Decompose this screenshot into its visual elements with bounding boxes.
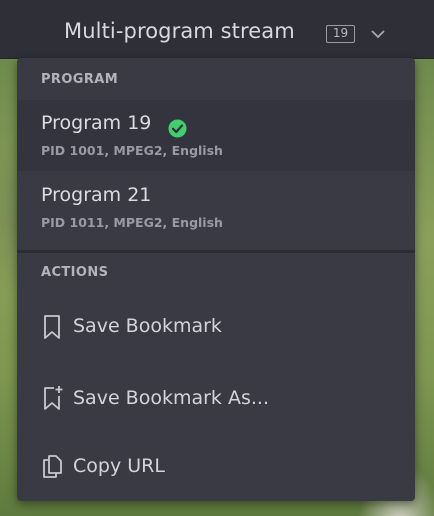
bookmark-add-icon xyxy=(44,386,63,410)
program-item-19[interactable]: Program 19 PID 1001, MPEG2, English xyxy=(17,100,415,171)
chevron-down-icon[interactable] xyxy=(370,28,386,40)
bookmark-icon xyxy=(44,315,60,339)
copy-icon xyxy=(43,455,62,478)
copy-url-button[interactable]: Copy URL xyxy=(17,436,415,496)
program-details: PID 1011, MPEG2, English xyxy=(41,215,223,230)
program-details: PID 1001, MPEG2, English xyxy=(41,143,223,158)
program-title: Program 21 xyxy=(41,184,152,206)
save-bookmark-button[interactable]: Save Bookmark xyxy=(17,296,415,356)
menu-divider xyxy=(17,250,415,253)
check-circle-icon xyxy=(168,119,187,138)
stream-header[interactable]: Multi-program stream 19 xyxy=(0,0,434,59)
actions-section-heading: ACTIONS xyxy=(41,265,109,280)
copy-url-label: Copy URL xyxy=(73,455,165,477)
program-count-badge: 19 xyxy=(326,25,355,43)
stream-title[interactable]: Multi-program stream xyxy=(64,19,295,43)
program-item-21[interactable]: Program 21 PID 1011, MPEG2, English xyxy=(17,172,415,243)
save-bookmark-as-button[interactable]: Save Bookmark As... xyxy=(17,368,415,428)
save-bookmark-as-label: Save Bookmark As... xyxy=(73,387,269,409)
program-section-heading: PROGRAM xyxy=(41,72,119,87)
program-title: Program 19 xyxy=(41,112,152,134)
save-bookmark-label: Save Bookmark xyxy=(73,315,222,337)
stream-dropdown-menu: PROGRAM Program 19 PID 1001, MPEG2, Engl… xyxy=(17,58,415,501)
